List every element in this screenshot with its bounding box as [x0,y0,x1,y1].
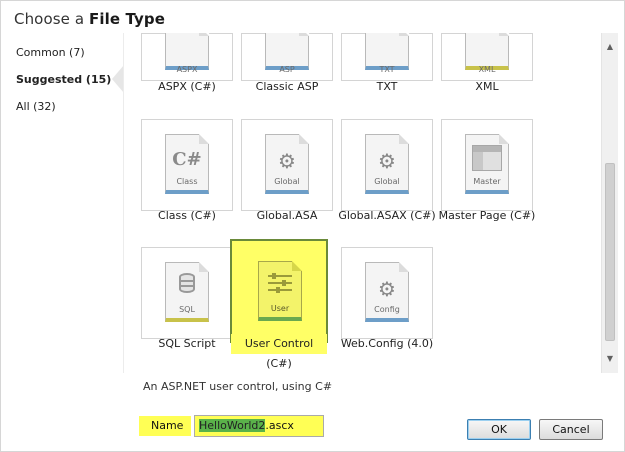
user-control-icon [268,272,292,293]
vertical-scrollbar[interactable]: ▲ ▼ [601,33,618,373]
document-icon: User [258,261,302,321]
csharp-icon: C# [172,149,202,170]
scroll-up-icon[interactable]: ▲ [602,39,618,55]
dialog-title: Choose a File Type [14,10,165,28]
document-icon: C# Class [165,134,209,194]
master-layout-icon [472,145,502,171]
document-icon: ⚙ Config [365,262,409,322]
scroll-thumb[interactable] [605,163,615,341]
tile-xml[interactable]: XML [441,33,533,81]
choose-file-type-dialog: Choose a File Type Common (7) Suggested … [0,0,625,452]
tile-label: XML [475,80,499,93]
tile-aspx-cs[interactable]: ASPX [141,33,233,81]
category-common[interactable]: Common (7) [16,46,85,59]
cancel-button[interactable]: Cancel [539,419,603,440]
document-icon: Master [465,134,509,194]
tile-sql-script[interactable]: SQL [141,247,233,339]
gear-icon: ⚙ [278,149,296,173]
tile-global-asa[interactable]: ⚙ Global [241,119,333,211]
scroll-down-icon[interactable]: ▼ [602,351,618,367]
ok-button[interactable]: OK [467,419,531,440]
tile-classic-asp[interactable]: ASP [241,33,333,81]
tile-label: Master Page (C#) [438,209,536,222]
tile-web-config[interactable]: ⚙ Config [341,247,433,339]
document-icon: SQL [165,262,209,322]
database-icon [179,273,195,293]
tile-label: Web.Config (4.0) [340,337,434,350]
gear-icon: ⚙ [378,149,396,173]
tile-user-control-cs[interactable]: User [230,239,328,343]
file-type-description: An ASP.NET user control, using C# [143,380,333,393]
tile-global-asax-cs[interactable]: ⚙ Global [341,119,433,211]
tile-label-selected: User Control (C#) [231,334,327,370]
name-input[interactable]: HelloWorld2.ascx [194,415,324,437]
name-label: Name [139,416,191,436]
tile-master-page-cs[interactable]: Master [441,119,533,211]
tile-class-cs[interactable]: C# Class [141,119,233,211]
document-icon: ⚙ Global [265,134,309,194]
gear-icon: ⚙ [378,277,396,301]
category-suggested[interactable]: Suggested (15) [16,73,111,86]
tile-txt[interactable]: TXT [341,33,433,81]
document-icon: ⚙ Global [365,134,409,194]
file-type-grid: ASPX ASP TXT XML ASPX (C#) Classic ASP T… [123,33,601,373]
category-all[interactable]: All (32) [16,100,56,113]
